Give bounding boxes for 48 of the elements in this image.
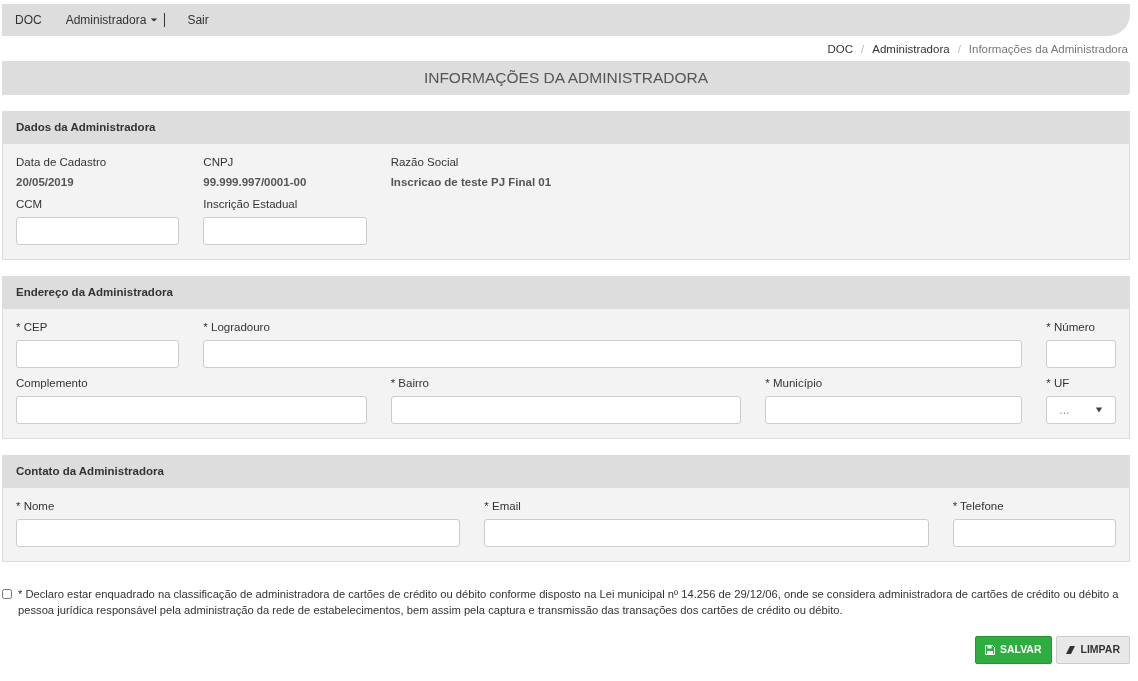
field-label: * Número bbox=[1046, 320, 1096, 334]
nav-dropdown[interactable]: Administradora bbox=[65, 11, 159, 29]
input-field[interactable] bbox=[16, 396, 367, 424]
eraser-icon bbox=[1065, 644, 1076, 655]
field-label: CNPJ bbox=[203, 155, 235, 169]
select-placeholder: ... bbox=[1059, 402, 1070, 419]
section-header: Endereço da Administradora bbox=[3, 277, 1129, 309]
field-label: * CEP bbox=[16, 320, 49, 334]
input-field[interactable] bbox=[16, 340, 180, 368]
section-header: Dados da Administradora bbox=[3, 112, 1129, 144]
field-label: Data de Cadastro bbox=[16, 155, 108, 169]
input-field[interactable] bbox=[203, 340, 1023, 368]
field-value: 20/05/2019 bbox=[16, 175, 75, 189]
input-field[interactable] bbox=[390, 396, 742, 424]
declaration-text: * Declaro estar enquadrado na classificação de administradora de cartões de crédito ou débito conforme disposto na Lei municipal nº 14.256 de 29/12/06, onde se considera administradora de cartões de crédito ou débito a pessoa jurídica responsável pela administração da rede de estabelecimentos, bem assim pela captura e transmissão das transações dos cartões de crédito ou débito. bbox=[18, 587, 1120, 618]
field-label: Complemento bbox=[16, 376, 89, 390]
input-field[interactable] bbox=[484, 519, 929, 547]
input-field[interactable] bbox=[765, 396, 1023, 424]
input-field[interactable] bbox=[952, 519, 1116, 547]
nav-link[interactable]: Sair bbox=[187, 11, 209, 29]
dropdown-arrow-icon bbox=[1095, 406, 1103, 414]
field-label: * Nome bbox=[16, 499, 56, 513]
field-label: * Município bbox=[765, 376, 824, 390]
input-field[interactable] bbox=[203, 217, 367, 245]
breadcrumb-link[interactable]: DOC bbox=[827, 41, 854, 58]
field-label: Inscrição Estadual bbox=[203, 197, 299, 211]
field-label: Razão Social bbox=[390, 155, 460, 169]
input-field[interactable] bbox=[1046, 340, 1116, 368]
breadcrumb-link[interactable]: Administradora bbox=[872, 41, 950, 58]
breadcrumb-separator: / bbox=[957, 42, 961, 57]
section-header: Contato da Administradora bbox=[3, 456, 1129, 488]
field-label: CCM bbox=[16, 197, 44, 211]
caret-icon bbox=[150, 16, 159, 24]
field-label: * UF bbox=[1046, 376, 1071, 390]
breadcrumb-current: Informações da Administradora bbox=[968, 42, 1128, 57]
breadcrumb-separator: / bbox=[861, 42, 865, 57]
field-label: * Email bbox=[484, 499, 522, 513]
field-label: * Telefone bbox=[952, 499, 1005, 513]
field-value: Inscricao de teste PJ Final 01 bbox=[390, 175, 553, 189]
brand-link[interactable]: DOC bbox=[15, 11, 42, 29]
input-field[interactable] bbox=[16, 217, 180, 245]
clear-button[interactable]: LIMPAR bbox=[1055, 636, 1130, 664]
checkbox[interactable] bbox=[2, 589, 12, 599]
field-label: * Logradouro bbox=[203, 320, 271, 334]
input-field[interactable] bbox=[16, 519, 461, 547]
field-value: 99.999.997/0001-00 bbox=[203, 175, 308, 189]
field-label: * Bairro bbox=[390, 376, 430, 390]
page-title: INFORMAÇÕES DA ADMINISTRADORA bbox=[2, 61, 1130, 95]
